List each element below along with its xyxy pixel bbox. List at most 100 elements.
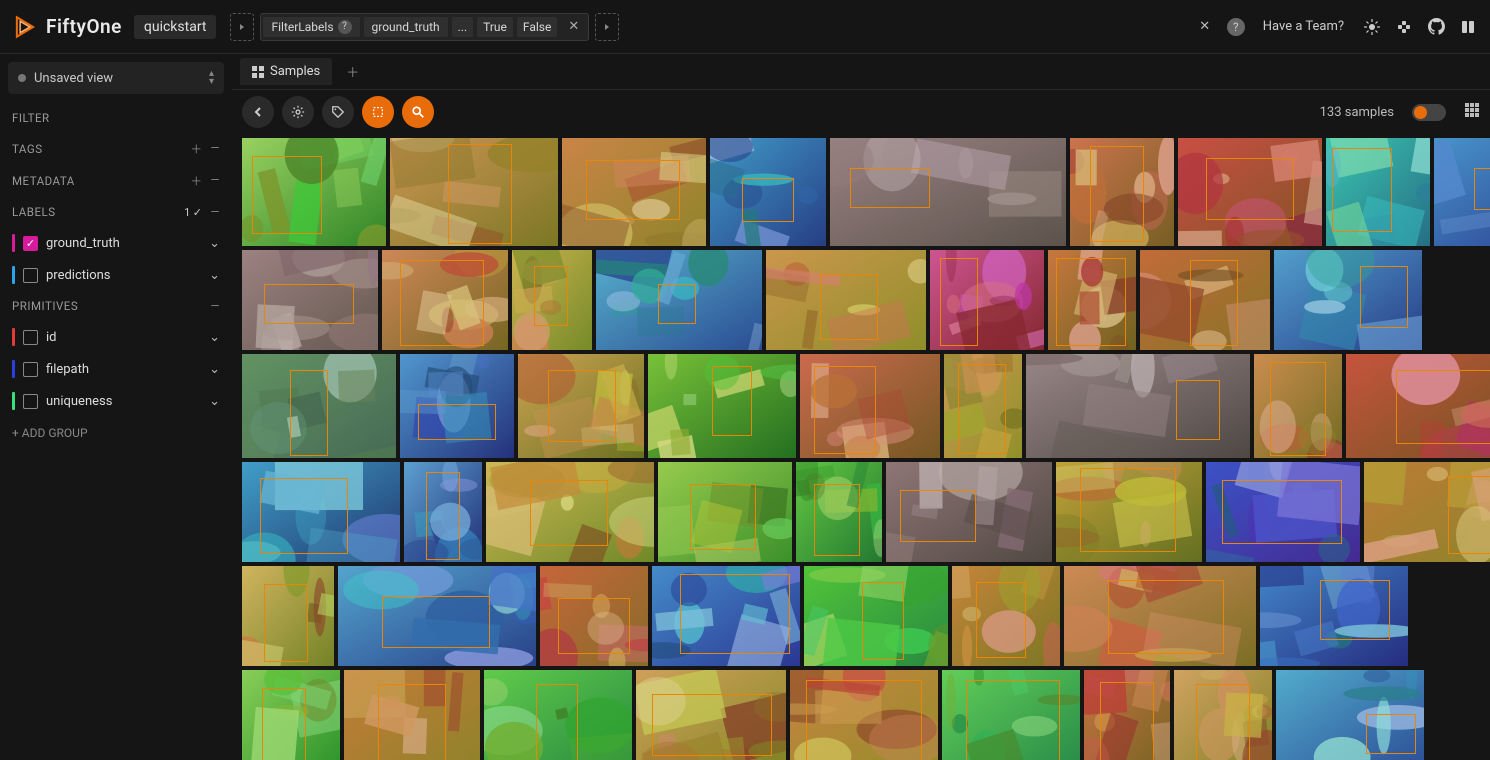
sample-thumbnail[interactable]: [1326, 138, 1430, 246]
chevron-down-icon[interactable]: ⌄: [209, 394, 220, 409]
sample-thumbnail[interactable]: [518, 354, 644, 458]
sample-thumbnail[interactable]: [1174, 670, 1272, 760]
team-link[interactable]: Have a Team?: [1263, 19, 1344, 34]
minus-icon[interactable]: —: [211, 205, 220, 219]
sample-thumbnail[interactable]: [400, 354, 514, 458]
github-icon[interactable]: [1426, 17, 1446, 37]
sample-thumbnail[interactable]: [242, 138, 386, 246]
sample-thumbnail[interactable]: [1346, 354, 1490, 458]
minus-icon[interactable]: —: [211, 141, 220, 157]
sample-thumbnail[interactable]: [486, 462, 654, 562]
tab-add-button[interactable]: ＋: [336, 56, 369, 87]
sample-thumbnail[interactable]: [242, 354, 396, 458]
layout-grid-icon[interactable]: [1464, 102, 1480, 122]
stage-arg-more[interactable]: ...: [452, 17, 474, 37]
chevron-down-icon[interactable]: ⌄: [209, 362, 220, 377]
sample-thumbnail[interactable]: [1026, 354, 1250, 458]
clear-view-icon[interactable]: ✕: [1195, 17, 1215, 37]
sample-thumbnail[interactable]: [1084, 670, 1170, 760]
sample-thumbnail[interactable]: [796, 462, 882, 562]
section-tags[interactable]: TAGS ＋—: [8, 134, 224, 164]
sample-thumbnail[interactable]: [1056, 462, 1202, 562]
field-id[interactable]: id ⌄: [8, 322, 224, 352]
sample-thumbnail[interactable]: [766, 250, 926, 350]
chevron-down-icon[interactable]: ⌄: [209, 330, 220, 345]
sample-thumbnail[interactable]: [652, 566, 800, 666]
sample-thumbnail[interactable]: [242, 566, 334, 666]
field-ground-truth[interactable]: ground_truth ⌄: [8, 228, 224, 258]
app-logo[interactable]: FiftyOne: [12, 14, 122, 40]
field-filepath[interactable]: filepath ⌄: [8, 354, 224, 384]
sample-thumbnail[interactable]: [404, 462, 482, 562]
sample-thumbnail[interactable]: [930, 250, 1044, 350]
chevron-down-icon[interactable]: ⌄: [209, 236, 220, 251]
sample-thumbnail[interactable]: [242, 670, 340, 760]
sample-thumbnail[interactable]: [540, 566, 648, 666]
stage-remove[interactable]: ✕: [561, 16, 586, 37]
checkbox-icon[interactable]: [23, 394, 38, 409]
sample-thumbnail[interactable]: [1434, 138, 1490, 246]
sample-thumbnail[interactable]: [886, 462, 1052, 562]
sample-thumbnail[interactable]: [830, 138, 1066, 246]
sample-thumbnail[interactable]: [952, 566, 1060, 666]
sample-thumbnail[interactable]: [562, 138, 706, 246]
theme-icon[interactable]: [1362, 17, 1382, 37]
sample-thumbnail[interactable]: [1064, 566, 1256, 666]
sample-thumbnail[interactable]: [942, 670, 1080, 760]
docs-icon[interactable]: [1458, 17, 1478, 37]
sample-thumbnail[interactable]: [1048, 250, 1136, 350]
stage-arg-3[interactable]: False: [517, 17, 557, 37]
sample-thumbnail[interactable]: [1274, 250, 1422, 350]
checkbox-icon[interactable]: [23, 268, 38, 283]
overlay-toggle[interactable]: [1412, 104, 1446, 121]
sample-thumbnail[interactable]: [338, 566, 536, 666]
sample-thumbnail[interactable]: [1260, 566, 1408, 666]
section-metadata[interactable]: METADATA ＋—: [8, 166, 224, 196]
sample-thumbnail[interactable]: [390, 138, 558, 246]
checkbox-icon[interactable]: [23, 330, 38, 345]
tag-button[interactable]: [322, 96, 354, 128]
sample-thumbnail[interactable]: [1140, 250, 1270, 350]
stage-arg-2[interactable]: True: [477, 17, 513, 37]
minus-icon[interactable]: —: [211, 173, 220, 189]
plus-icon[interactable]: ＋: [191, 141, 203, 157]
sample-thumbnail[interactable]: [1276, 670, 1424, 760]
field-predictions[interactable]: predictions ⌄: [8, 260, 224, 290]
sample-thumbnail[interactable]: [242, 462, 400, 562]
patches-button[interactable]: [362, 96, 394, 128]
sample-thumbnail[interactable]: [484, 670, 632, 760]
chevron-down-icon[interactable]: ⌄: [209, 268, 220, 283]
settings-button[interactable]: [282, 96, 314, 128]
sample-thumbnail[interactable]: [382, 250, 508, 350]
view-selector[interactable]: Unsaved view ▴▾: [8, 62, 224, 94]
sample-thumbnail[interactable]: [804, 566, 948, 666]
sample-thumbnail[interactable]: [242, 250, 378, 350]
sample-thumbnail[interactable]: [658, 462, 792, 562]
add-group-button[interactable]: + ADD GROUP: [8, 418, 224, 448]
back-button[interactable]: [242, 96, 274, 128]
plus-icon[interactable]: ＋: [191, 173, 203, 189]
sample-thumbnail[interactable]: [344, 670, 480, 760]
sample-thumbnail[interactable]: [710, 138, 826, 246]
sample-thumbnail[interactable]: [800, 354, 940, 458]
add-stage-after[interactable]: [595, 13, 619, 41]
sample-thumbnail[interactable]: [1070, 138, 1174, 246]
section-labels[interactable]: LABELS 1 ✓ —: [8, 198, 224, 226]
field-uniqueness[interactable]: uniqueness ⌄: [8, 386, 224, 416]
checkbox-icon[interactable]: [23, 362, 38, 377]
sample-thumbnail[interactable]: [1254, 354, 1342, 458]
sample-thumbnail[interactable]: [944, 354, 1022, 458]
add-stage-before[interactable]: [230, 13, 254, 41]
section-primitives[interactable]: PRIMITIVES —: [8, 292, 224, 320]
checkbox-icon[interactable]: [23, 236, 38, 251]
sample-thumbnail[interactable]: [790, 670, 938, 760]
sample-thumbnail[interactable]: [1364, 462, 1490, 562]
help-icon[interactable]: ?: [338, 20, 352, 34]
filter-stage-chip[interactable]: FilterLabels ? ground_truth ... True Fal…: [260, 13, 589, 41]
sample-thumbnail[interactable]: [512, 250, 592, 350]
stage-arg-0[interactable]: ground_truth: [364, 17, 448, 37]
minus-icon[interactable]: —: [211, 299, 220, 313]
sample-grid[interactable]: [232, 134, 1490, 760]
sample-thumbnail[interactable]: [648, 354, 796, 458]
slack-icon[interactable]: [1394, 17, 1414, 37]
